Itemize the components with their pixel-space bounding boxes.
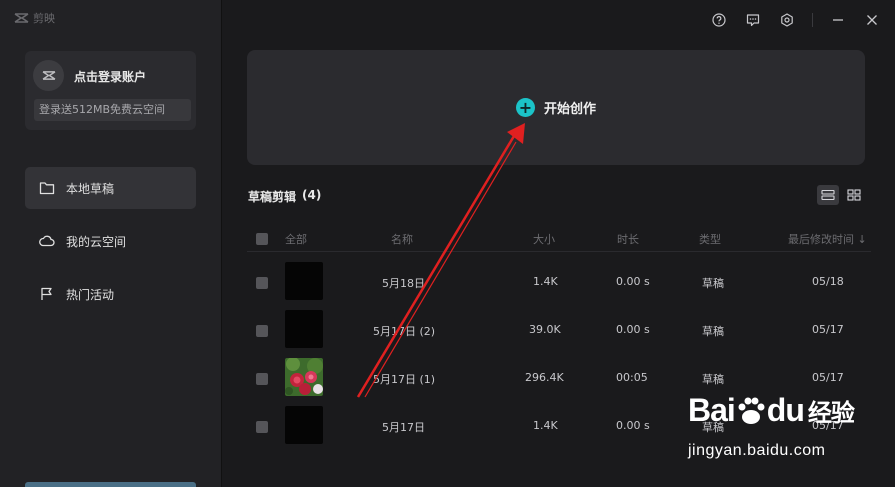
draft-name: 5月17日 (1) bbox=[373, 373, 436, 386]
draft-name: 5月17日 bbox=[382, 421, 425, 434]
draft-type: 草稿 bbox=[702, 277, 724, 290]
draft-thumbnail bbox=[285, 406, 323, 444]
row-checkbox[interactable] bbox=[256, 421, 268, 433]
account-card[interactable]: 点击登录账户 登录送512MB免费云空间 bbox=[25, 51, 196, 130]
drafts-count: (4) bbox=[302, 188, 322, 202]
table-row[interactable]: 5月18日 1.4K 0.00 s 草稿 05/18 bbox=[247, 258, 871, 306]
draft-thumbnail bbox=[285, 310, 323, 348]
column-all: 全部 bbox=[285, 233, 307, 246]
row-checkbox[interactable] bbox=[256, 325, 268, 337]
drafts-title-text: 草稿剪辑 bbox=[248, 190, 297, 204]
feedback-button[interactable] bbox=[744, 11, 762, 29]
column-size[interactable]: 大小 bbox=[533, 231, 555, 247]
window-controls bbox=[710, 11, 881, 29]
draft-size: 296.4K bbox=[525, 371, 564, 384]
list-view-button[interactable] bbox=[817, 185, 839, 205]
draft-name: 5月17日 (2) bbox=[373, 325, 436, 338]
sidebar-item-label: 我的云空间 bbox=[66, 234, 127, 249]
draft-modified: 05/17 bbox=[812, 371, 844, 384]
folder-icon bbox=[39, 182, 55, 195]
sidebar-item-hot-events[interactable]: 热门活动 bbox=[25, 273, 196, 315]
minimize-icon bbox=[833, 19, 843, 21]
table-row[interactable]: 5月17日 (2) 39.0K 0.00 s 草稿 05/17 bbox=[247, 306, 871, 354]
start-creating-button[interactable]: + 开始创作 bbox=[247, 50, 865, 165]
start-creating-label: 开始创作 bbox=[543, 102, 596, 117]
row-checkbox[interactable] bbox=[256, 277, 268, 289]
draft-thumbnail-flowers bbox=[285, 358, 323, 396]
sidebar: 剪映 点击登录账户 登录送512MB免费云空间 本地草稿 我的云空间 热门活动 bbox=[0, 0, 222, 487]
drafts-section-title: 草稿剪辑 (4) bbox=[248, 188, 321, 205]
close-button[interactable] bbox=[863, 11, 881, 29]
capcut-avatar-icon bbox=[42, 71, 55, 80]
draft-duration: 00:05 bbox=[616, 371, 648, 384]
capcut-logo-icon bbox=[14, 13, 29, 23]
view-toggle bbox=[817, 185, 865, 205]
jingyan-text: 经验 bbox=[807, 400, 855, 427]
minimize-button[interactable] bbox=[829, 11, 847, 29]
list-view-icon bbox=[821, 189, 835, 201]
column-modified[interactable]: 最后修改时间 ↓ bbox=[788, 231, 867, 247]
baidu-jingyan-watermark: Bai du 经验 jingyan.baidu.com bbox=[688, 392, 868, 472]
cloud-icon bbox=[39, 235, 55, 247]
draft-size: 39.0K bbox=[529, 323, 561, 336]
column-type[interactable]: 类型 bbox=[699, 231, 721, 247]
sidebar-bottom-banner[interactable] bbox=[25, 482, 196, 487]
select-all-checkbox[interactable] bbox=[256, 233, 268, 245]
draft-thumbnail bbox=[285, 262, 323, 300]
grid-view-icon bbox=[847, 189, 861, 201]
app-logo-text: 剪映 bbox=[33, 12, 55, 25]
draft-size: 1.4K bbox=[533, 275, 558, 288]
draft-type: 草稿 bbox=[702, 373, 724, 386]
cloud-promo-banner[interactable]: 登录送512MB免费云空间 bbox=[34, 99, 191, 121]
plus-icon: + bbox=[515, 98, 535, 117]
column-duration[interactable]: 时长 bbox=[617, 231, 639, 247]
sidebar-item-local-drafts[interactable]: 本地草稿 bbox=[25, 167, 196, 209]
column-name[interactable]: 名称 bbox=[391, 231, 413, 247]
flowers-thumbnail-image bbox=[285, 358, 323, 396]
draft-duration: 0.00 s bbox=[616, 275, 650, 288]
row-checkbox[interactable] bbox=[256, 373, 268, 385]
draft-type: 草稿 bbox=[702, 325, 724, 338]
draft-size: 1.4K bbox=[533, 419, 558, 432]
paw-icon bbox=[738, 397, 765, 424]
grid-view-button[interactable] bbox=[843, 185, 865, 205]
feedback-icon bbox=[746, 14, 760, 27]
draft-modified: 05/17 bbox=[812, 323, 844, 336]
settings-icon bbox=[781, 13, 793, 27]
drafts-table-header: 全部 名称 大小 时长 类型 最后修改时间 ↓ bbox=[247, 226, 871, 252]
baidu-logo: Bai du 经验 bbox=[688, 392, 855, 429]
draft-modified: 05/18 bbox=[812, 275, 844, 288]
settings-button[interactable] bbox=[778, 11, 796, 29]
sidebar-item-label: 热门活动 bbox=[66, 287, 115, 302]
sidebar-item-label: 本地草稿 bbox=[66, 181, 115, 196]
watermark-url: jingyan.baidu.com bbox=[688, 442, 826, 459]
topbar-divider bbox=[812, 13, 813, 27]
login-link[interactable]: 点击登录账户 bbox=[74, 68, 146, 85]
help-icon bbox=[712, 13, 726, 27]
draft-duration: 0.00 s bbox=[616, 323, 650, 336]
help-button[interactable] bbox=[710, 11, 728, 29]
baidu-logo-text-tail: du bbox=[766, 392, 805, 428]
draft-duration: 0.00 s bbox=[616, 419, 650, 432]
avatar[interactable] bbox=[33, 60, 64, 91]
draft-name: 5月18日 bbox=[382, 277, 425, 290]
baidu-logo-text: Bai bbox=[688, 392, 736, 428]
app-logo: 剪映 bbox=[14, 10, 55, 26]
sidebar-item-cloud-space[interactable]: 我的云空间 bbox=[25, 220, 196, 262]
close-icon bbox=[867, 15, 877, 25]
flag-icon bbox=[41, 287, 52, 300]
